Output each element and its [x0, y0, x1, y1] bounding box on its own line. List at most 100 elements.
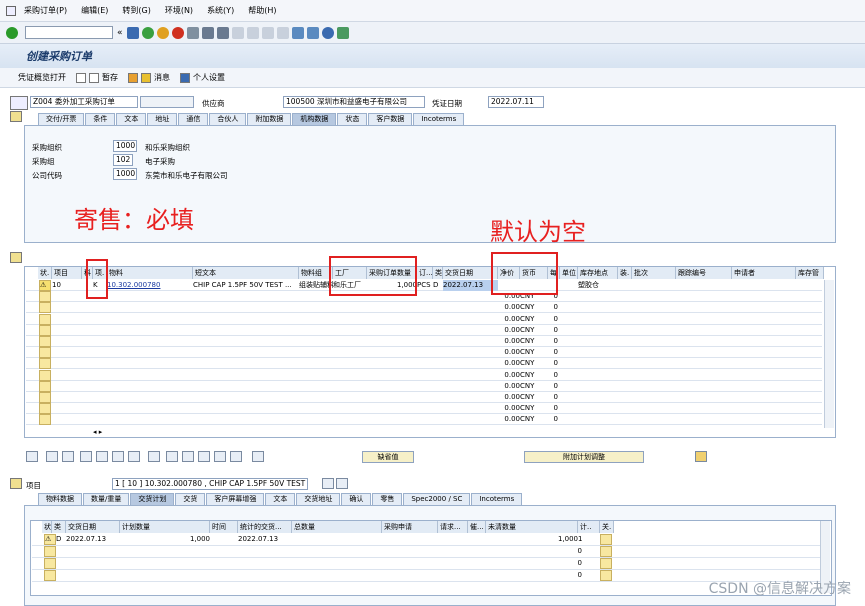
sort-asc-icon[interactable]	[182, 451, 194, 462]
schedule-col-header[interactable]: 类	[52, 521, 66, 533]
items-col-header[interactable]: 物料组	[299, 267, 333, 279]
tab-status[interactable]: 状态	[337, 113, 368, 125]
find-icon[interactable]	[201, 26, 214, 39]
schedule-qty-cell[interactable]: 1,000	[120, 534, 210, 545]
find-next-icon[interactable]	[216, 26, 229, 39]
currency-cell[interactable]: CNY	[520, 302, 540, 313]
per-cell[interactable]: 0	[540, 403, 558, 414]
sap-menu-icon[interactable]	[6, 5, 16, 16]
company-code-field[interactable]: 1000	[113, 168, 137, 180]
select-all-icon[interactable]	[148, 451, 160, 462]
save-icon[interactable]	[126, 26, 139, 39]
storage-location-cell[interactable]: 塑胶仓	[578, 280, 618, 291]
items-col-header[interactable]: 库存地点	[578, 267, 618, 279]
items-col-header[interactable]: 状.	[38, 267, 52, 279]
schedule-status-cell[interactable]	[44, 546, 56, 557]
row-status-cell[interactable]	[39, 302, 51, 314]
doc-date-field[interactable]: 2022.07.11	[488, 96, 544, 108]
net-price-cell[interactable]: 0.00	[498, 314, 520, 325]
row-status-cell[interactable]: ⚠	[39, 280, 51, 291]
details-icon[interactable]	[26, 451, 38, 462]
row-status-cell[interactable]	[39, 347, 51, 359]
purch-org-field[interactable]: 1000	[113, 140, 137, 152]
v-scrollbar[interactable]	[824, 280, 834, 428]
help-icon[interactable]	[321, 26, 334, 39]
net-price-cell[interactable]: 0.00	[498, 325, 520, 336]
enter-icon[interactable]	[6, 26, 18, 39]
open-qty-cell[interactable]: 0	[486, 570, 582, 581]
row-status-cell[interactable]	[39, 403, 51, 415]
tab-org-data[interactable]: 机构数据	[292, 113, 337, 125]
currency-cell[interactable]: CNY	[520, 325, 540, 336]
per-cell[interactable]: 0	[540, 370, 558, 381]
po-number-field[interactable]	[140, 96, 194, 108]
net-price-cell[interactable]: 0.00	[498, 381, 520, 392]
delivery-date-cell[interactable]: 2022.07.13	[443, 280, 498, 291]
currency-cell[interactable]: CNY	[520, 381, 540, 392]
last-page-icon[interactable]	[276, 26, 289, 39]
total-icon[interactable]	[230, 451, 242, 462]
currency-cell[interactable]: CNY	[520, 414, 540, 425]
row-status-cell[interactable]	[39, 414, 51, 426]
planning-icon[interactable]	[695, 451, 707, 462]
back-icon[interactable]	[141, 26, 154, 39]
lock-icon[interactable]	[112, 451, 124, 462]
net-price-cell[interactable]: 0.00	[498, 414, 520, 425]
row-status-cell[interactable]	[39, 291, 51, 303]
chevron-left-icon[interactable]: «	[117, 28, 123, 38]
net-price-cell[interactable]: 0.00	[498, 392, 520, 403]
order-unit-cell[interactable]: PCS	[417, 280, 433, 291]
doc-overview-button[interactable]: 凭证概览打开	[18, 72, 66, 83]
menu-edit[interactable]: 编辑(E)	[81, 5, 108, 16]
tab-customer-screen[interactable]: 客户屏幕增强	[206, 493, 265, 505]
items-col-header[interactable]: 交货日期	[443, 267, 498, 279]
currency-cell[interactable]: CNY	[520, 403, 540, 414]
material-cell[interactable]: 10.302.000780	[107, 280, 193, 291]
cart-icon[interactable]	[10, 96, 28, 110]
add-icon[interactable]	[80, 451, 92, 462]
items-col-header[interactable]: 跟踪编号	[676, 267, 732, 279]
schedule-date-cell[interactable]: 2022.07.13	[66, 534, 120, 545]
collapse-header-icon[interactable]	[10, 111, 22, 122]
tab-address[interactable]: 地址	[147, 113, 178, 125]
net-price-cell[interactable]: 0.00	[498, 358, 520, 369]
schedule-close-cell[interactable]	[600, 546, 612, 557]
shortcut-icon[interactable]	[306, 26, 319, 39]
print-icon[interactable]	[186, 26, 199, 39]
deselect-icon[interactable]	[166, 451, 178, 462]
currency-cell[interactable]: CNY	[520, 392, 540, 403]
tab-texts[interactable]: 文本	[116, 113, 147, 125]
items-col-header[interactable]: 订...	[417, 267, 433, 279]
schedule-col-header[interactable]: 总数量	[292, 521, 382, 533]
per-cell[interactable]: 0	[540, 381, 558, 392]
net-price-cell[interactable]: 0.00	[498, 302, 520, 313]
schedule-col-header[interactable]: 请求...	[438, 521, 468, 533]
items-col-header[interactable]: 项目	[52, 267, 82, 279]
tab-delivery-address[interactable]: 交货地址	[296, 493, 341, 505]
schedule-cat-cell[interactable]: D	[56, 534, 66, 545]
open-qty-cell[interactable]: 0	[486, 546, 582, 557]
tab-material-data[interactable]: 物料数据	[38, 493, 82, 505]
tab-delivery[interactable]: 交付/开票	[38, 113, 85, 125]
menu-goto[interactable]: 转到(G)	[122, 5, 150, 16]
unlock-icon[interactable]	[128, 451, 140, 462]
collapse-item-detail-icon[interactable]	[10, 478, 22, 489]
items-col-header[interactable]: 库存管	[796, 267, 824, 279]
net-price-cell[interactable]: 0.00	[498, 347, 520, 358]
per-cell[interactable]: 0	[540, 392, 558, 403]
prev-item-icon[interactable]	[322, 478, 334, 489]
items-col-header[interactable]: 短文本	[193, 267, 299, 279]
trash-icon[interactable]	[96, 451, 108, 462]
collapse-items-icon[interactable]	[10, 252, 22, 263]
row-status-cell[interactable]	[39, 324, 51, 336]
row-status-cell[interactable]	[39, 336, 51, 347]
schedule-close-cell[interactable]	[600, 558, 612, 569]
personal-settings-button[interactable]: 个人设置	[180, 72, 225, 83]
schedule-col-header[interactable]: 时间	[210, 521, 238, 533]
per-cell[interactable]: 0	[540, 302, 558, 313]
tab-quantity-weight[interactable]: 数量/重量	[83, 493, 130, 505]
menu-system[interactable]: 系统(Y)	[207, 5, 234, 16]
per-cell[interactable]: 0	[540, 325, 558, 336]
prev-page-icon[interactable]	[246, 26, 259, 39]
doc-type-select[interactable]: Z004 委外加工采购订单	[30, 96, 138, 108]
